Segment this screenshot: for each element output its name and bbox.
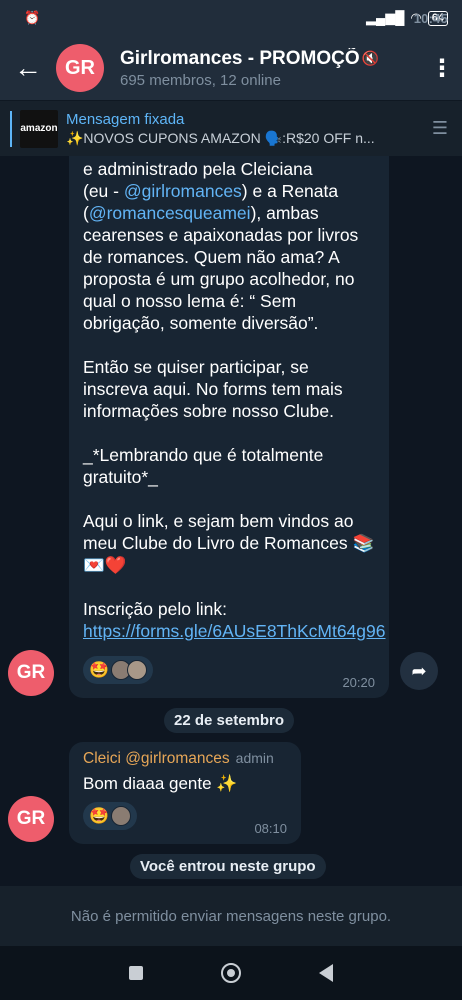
message-line: e administrado pela Cleiciana: [83, 159, 313, 179]
message-bubble[interactable]: Cleici @girlromances admin Bom diaaa gen…: [69, 742, 301, 844]
back-icon[interactable]: [319, 964, 333, 982]
chat-area: e administrado pela Cleiciana (eu - @gir…: [0, 156, 462, 886]
message-time: 08:10: [254, 821, 287, 836]
message-text: Bom diaaa gente ✨: [83, 774, 238, 793]
chat-header: ← GR Girlromances - PROMOÇÕ 🔇 695 membro…: [0, 36, 462, 100]
home-icon[interactable]: [221, 963, 241, 983]
pinned-indicator: [10, 110, 12, 147]
header-info[interactable]: Girlromances - PROMOÇÕ 🔇 695 membros, 12…: [120, 48, 422, 89]
group-avatar[interactable]: GR: [56, 44, 104, 92]
message-text: e administrado pela Cleiciana (eu - @gir…: [83, 158, 386, 642]
message-sender: Cleici @girlromances admin: [83, 750, 287, 768]
reaction-pill[interactable]: 🤩: [83, 656, 153, 684]
date-separator: 22 de setembro: [164, 708, 295, 733]
star-struck-emoji: 🤩: [89, 662, 109, 679]
status-time: 10:45: [413, 10, 448, 26]
recent-apps-icon[interactable]: [129, 966, 143, 980]
pinned-label: Mensagem fixada: [66, 110, 185, 128]
text-segment: ), ambas: [250, 203, 319, 223]
system-message: Você entrou neste grupo: [130, 854, 326, 879]
more-options-icon[interactable]: ⋮: [422, 54, 462, 83]
share-icon[interactable]: ➦: [400, 652, 438, 690]
mention-link[interactable]: @girlromances: [124, 181, 242, 201]
reactor-avatar: [110, 806, 131, 826]
mute-icon: 🔇: [361, 50, 380, 66]
sender-avatar[interactable]: GR: [8, 796, 54, 842]
form-link[interactable]: https://forms.gle/6AUsE8ThKcMt64g96: [83, 621, 386, 641]
group-title-text: Girlromances - PROMOÇÕ: [120, 47, 360, 69]
message-paragraph: cearenses e apaixonadas por livros de ro…: [83, 225, 359, 333]
status-bar: 10:45 ⏰ ▂▄▆█ ◠ 64: [0, 0, 462, 36]
group-title: Girlromances - PROMOÇÕ 🔇: [120, 48, 422, 70]
text-segment: ) e a Renata: [241, 181, 339, 201]
alarm-icon: ⏰: [24, 10, 41, 25]
reactor-avatar: [126, 660, 147, 680]
system-nav-bar: [0, 946, 462, 1000]
sender-name[interactable]: Cleici @girlromances: [83, 750, 230, 768]
sender-avatar[interactable]: GR: [8, 650, 54, 696]
message-line: (@romancesqueamei), ambas: [83, 202, 375, 224]
mention-link[interactable]: @romancesqueamei: [89, 203, 251, 223]
input-disabled-notice: Não é permitido enviar mensagens neste g…: [0, 886, 462, 946]
message-time: 20:20: [342, 675, 375, 690]
text-segment: (eu -: [83, 181, 124, 201]
pinned-message-bar[interactable]: amazon Mensagem fixada ✨NOVOS CUPONS AMA…: [0, 100, 462, 156]
message-paragraph: Inscrição pelo link: https://forms.gle/6…: [83, 598, 386, 642]
pinned-preview: ✨NOVOS CUPONS AMAZON 🗣️:R$20 OFF n...: [66, 129, 375, 146]
group-subtitle: 695 membros, 12 online: [120, 71, 281, 89]
text-segment: Inscrição pelo link:: [83, 599, 227, 619]
back-arrow-icon[interactable]: ←: [0, 52, 56, 84]
message-paragraph: Então se quiser participar, se inscreva …: [83, 357, 343, 421]
pinned-thumbnail: amazon: [20, 109, 58, 148]
sender-role-badge: admin: [235, 750, 274, 766]
pinned-text: Mensagem fixada ✨NOVOS CUPONS AMAZON 🗣️:…: [66, 111, 418, 147]
reaction-pill[interactable]: 🤩: [83, 802, 137, 830]
pinned-list-icon[interactable]: ☰: [418, 118, 462, 139]
star-struck-emoji: 🤩: [89, 808, 109, 825]
signal-icon: ▂▄▆█: [365, 10, 405, 25]
reactions: 🤩: [83, 656, 375, 684]
message-paragraph: Aqui o link, e sejam bem vindos ao meu C…: [83, 511, 375, 575]
message-line: (eu - @girlromances) e a Renata: [83, 180, 375, 202]
message-bubble[interactable]: e administrado pela Cleiciana (eu - @gir…: [69, 156, 389, 698]
message-paragraph: _*Lembrando que é totalmente gratuito*_: [83, 445, 324, 487]
